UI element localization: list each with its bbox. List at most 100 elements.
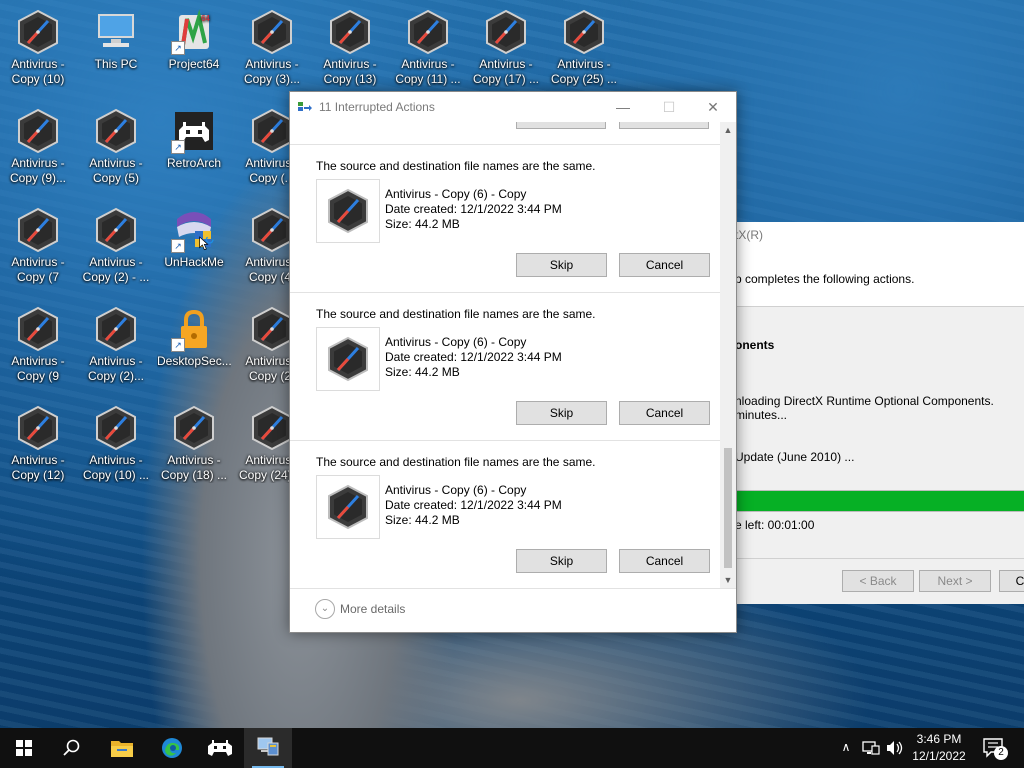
previous-cancel-button[interactable] xyxy=(619,122,709,129)
desktop-icon[interactable]: Antivirus - Copy (17) ... xyxy=(469,3,543,95)
desktop-icon[interactable]: Antivirus - Copy (7 xyxy=(1,201,75,293)
taskbar: ∧ 3:46 PM 12/1/2022 2 xyxy=(0,728,1024,768)
antivirus-icon xyxy=(483,9,529,55)
file-details: Antivirus - Copy (6) - Copy Date created:… xyxy=(385,483,562,528)
antivirus-icon xyxy=(15,405,61,451)
taskbar-setup-program[interactable] xyxy=(244,728,292,768)
taskbar-retroarch[interactable] xyxy=(196,728,244,768)
desktop-icon[interactable]: Antivirus - Copy (11) ... xyxy=(391,3,465,95)
desktop-icon[interactable]: ↗ UnHackMe xyxy=(157,201,231,293)
chevron-down-icon[interactable]: ⌄ xyxy=(315,599,335,619)
action-center-button[interactable]: 2 xyxy=(980,736,1010,762)
conflict-list-scrollbar[interactable]: ▲ ▼ xyxy=(720,122,736,588)
desktop-icon[interactable]: Antivirus - Copy (9 xyxy=(1,300,75,392)
desktop-icon[interactable]: Antivirus - Copy (9)... xyxy=(1,102,75,194)
file-date-created: Date created: 12/1/2022 3:44 PM xyxy=(385,498,562,512)
minimize-button[interactable]: — xyxy=(600,92,646,122)
mouse-cursor-icon xyxy=(199,235,214,251)
conflict-message: The source and destination file names ar… xyxy=(316,307,596,321)
clock-time: 3:46 PM xyxy=(916,732,962,746)
file-name: Antivirus - Copy (6) - Copy xyxy=(385,483,527,497)
desktop-icon[interactable]: Antivirus - Copy (12) xyxy=(1,399,75,491)
taskbar-file-explorer[interactable] xyxy=(98,728,146,768)
file-thumbnail[interactable] xyxy=(316,475,380,539)
antivirus-icon xyxy=(327,9,373,55)
directx-subtitle: p completes the following actions. xyxy=(735,272,915,286)
desktop-icon[interactable]: Antivirus - Copy (10) xyxy=(1,3,75,95)
skip-button[interactable]: Skip xyxy=(516,401,607,425)
desktop-icon[interactable]: ↗ DesktopSec... xyxy=(157,300,231,392)
desktop-icon[interactable]: Antivirus - Copy (3)... xyxy=(235,3,309,95)
start-button[interactable] xyxy=(0,728,48,768)
previous-skip-button[interactable] xyxy=(516,122,606,129)
cancel-button[interactable]: Cancel xyxy=(619,549,710,573)
file-thumbnail[interactable] xyxy=(316,179,380,243)
desktop-icon[interactable]: Antivirus - Copy (13) xyxy=(313,3,387,95)
taskbar-edge[interactable] xyxy=(148,728,196,768)
file-thumbnail[interactable] xyxy=(316,327,380,391)
conflict-item: The source and destination file names ar… xyxy=(290,440,720,588)
dialog-titlebar[interactable]: 11 Interrupted Actions — ☐ ✕ xyxy=(290,92,736,122)
antivirus-icon xyxy=(15,306,61,352)
desktop-icon-label: Antivirus - Copy (9)... xyxy=(9,156,66,185)
scroll-up-arrow-icon[interactable]: ▲ xyxy=(720,122,736,138)
file-date-created: Date created: 12/1/2022 3:44 PM xyxy=(385,350,562,364)
antivirus-icon xyxy=(328,188,368,234)
clock[interactable]: 3:46 PM 12/1/2022 xyxy=(906,732,972,763)
retroarch-icon: ↗ xyxy=(171,108,217,154)
antivirus-icon xyxy=(561,9,607,55)
pc-icon xyxy=(93,9,139,55)
search-button[interactable] xyxy=(48,728,96,768)
antivirus-icon xyxy=(15,207,61,253)
back-button[interactable]: < Back xyxy=(842,570,914,592)
antivirus-icon xyxy=(405,9,451,55)
desktop-icon-label: RetroArch xyxy=(166,156,222,170)
skip-button[interactable]: Skip xyxy=(516,549,607,573)
file-size: Size: 44.2 MB xyxy=(385,217,460,231)
antivirus-icon xyxy=(249,9,295,55)
directx-status-line3: Update (June 2010) ... xyxy=(735,450,855,464)
file-details: Antivirus - Copy (6) - Copy Date created:… xyxy=(385,335,562,380)
desktop-icon[interactable]: Antivirus - Copy (2)... xyxy=(79,300,153,392)
desktop-icon[interactable]: Antivirus - Copy (25) ... xyxy=(547,3,621,95)
desktop-icon[interactable]: Antivirus - Copy (2) - ... xyxy=(79,201,153,293)
network-icon[interactable] xyxy=(862,740,880,756)
cancel-button[interactable]: Cancel xyxy=(619,253,710,277)
file-name: Antivirus - Copy (6) - Copy xyxy=(385,187,527,201)
directx-setup-window[interactable]: tX(R) p completes the following actions.… xyxy=(734,222,1024,604)
scroll-down-arrow-icon[interactable]: ▼ xyxy=(720,572,736,588)
desktop-icon[interactable]: Antivirus - Copy (18) ... xyxy=(157,399,231,491)
more-details-link[interactable]: More details xyxy=(340,602,405,616)
scrollbar-thumb[interactable] xyxy=(724,448,732,568)
desktop-icon[interactable]: ↗ RetroArch xyxy=(157,102,231,194)
desktop-icon[interactable]: Antivirus - Copy (5) xyxy=(79,102,153,194)
antivirus-icon xyxy=(15,108,61,154)
cancel-button[interactable]: Cancel xyxy=(619,401,710,425)
antivirus-icon xyxy=(93,207,139,253)
directx-time-left: e left: 00:01:00 xyxy=(735,518,815,532)
volume-icon[interactable] xyxy=(886,740,904,756)
dialog-title: 11 Interrupted Actions xyxy=(319,100,435,114)
next-button[interactable]: Next > xyxy=(919,570,991,592)
close-button[interactable]: ✕ xyxy=(690,92,736,122)
svg-text:64: 64 xyxy=(201,14,210,23)
desktop-icon-label: Antivirus - Copy (12) xyxy=(11,453,65,482)
shortcut-arrow-icon: ↗ xyxy=(171,338,185,352)
desktop-icon-label: Antivirus - Copy (5) xyxy=(89,156,143,185)
directx-section-title: onents xyxy=(735,338,775,352)
skip-button[interactable]: Skip xyxy=(516,253,607,277)
desktop-icon[interactable]: This PC xyxy=(79,3,153,95)
desktop-icon-label: Project64 xyxy=(168,57,220,71)
maximize-button[interactable]: ☐ xyxy=(646,92,692,122)
directx-separator xyxy=(735,558,1024,559)
desktop-icon[interactable]: Antivirus - Copy (10) ... xyxy=(79,399,153,491)
desktop-icon-label: UnHackMe xyxy=(164,255,224,269)
desktop-icon-label: Antivirus - Copy (7 xyxy=(11,255,65,284)
show-hidden-icons-chevron-icon[interactable]: ∧ xyxy=(838,740,854,754)
conflict-list[interactable]: The source and destination file names ar… xyxy=(290,122,720,588)
file-date-created: Date created: 12/1/2022 3:44 PM xyxy=(385,202,562,216)
directx-cancel-button[interactable]: C xyxy=(999,570,1024,592)
desktop-icon[interactable]: 64 ↗ Project64 xyxy=(157,3,231,95)
interrupted-actions-dialog[interactable]: 11 Interrupted Actions — ☐ ✕ The source … xyxy=(289,91,737,633)
file-details: Antivirus - Copy (6) - Copy Date created:… xyxy=(385,187,562,232)
